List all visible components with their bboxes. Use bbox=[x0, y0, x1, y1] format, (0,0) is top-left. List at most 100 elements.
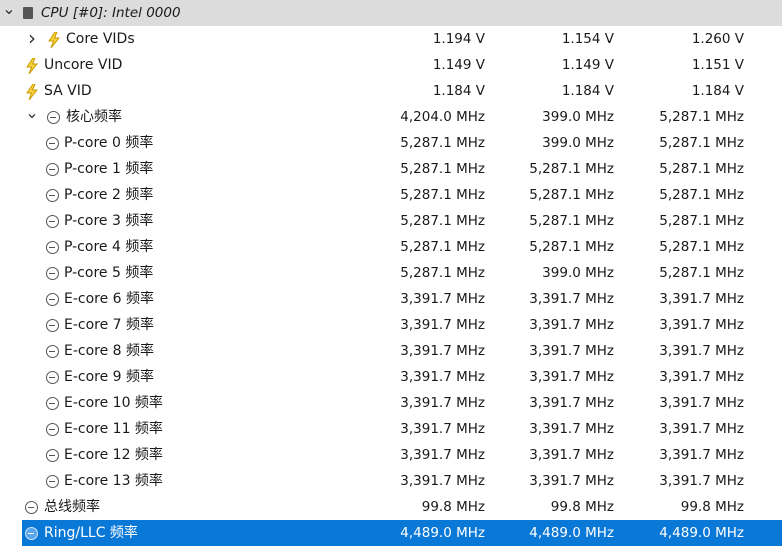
min-value: 5,287.1 MHz bbox=[529, 161, 614, 177]
min-value: 3,391.7 MHz bbox=[529, 317, 614, 333]
clock-icon bbox=[46, 241, 59, 254]
sensor-row[interactable]: P-core 4 频率 5,287.1 MHz 5,287.1 MHz 5,287.1… bbox=[0, 234, 782, 260]
min-value: 3,391.7 MHz bbox=[529, 369, 614, 385]
sensor-label: P-core 5 频率 bbox=[64, 265, 154, 281]
sensor-row[interactable]: P-core 1 频率 5,287.1 MHz 5,287.1 MHz 5,287.1… bbox=[0, 156, 782, 182]
sensor-label: 核心频率 bbox=[66, 109, 122, 125]
min-value: 5,287.1 MHz bbox=[529, 213, 614, 229]
max-value: 3,391.7 MHz bbox=[659, 395, 744, 411]
sensor-label: Ring/LLC 频率 bbox=[44, 525, 138, 541]
sensor-row[interactable]: E-core 9 频率 3,391.7 MHz 3,391.7 MHz 3,391.7… bbox=[0, 364, 782, 390]
max-value: 3,391.7 MHz bbox=[659, 343, 744, 359]
current-value: 4,489.0 MHz bbox=[400, 525, 485, 541]
lightning-bolt-icon bbox=[47, 31, 61, 49]
clock-icon bbox=[46, 397, 59, 410]
sensor-label: E-core 12 频率 bbox=[64, 447, 163, 463]
sensor-row[interactable]: Ring/LLC 频率 4,489.0 MHz 4,489.0 MHz 4,489.0… bbox=[0, 520, 782, 546]
sensor-label: SA VID bbox=[44, 83, 92, 99]
min-value: 5,287.1 MHz bbox=[529, 187, 614, 203]
min-value: 1.154 V bbox=[561, 31, 614, 47]
current-value: 5,287.1 MHz bbox=[400, 135, 485, 151]
current-value: 1.184 V bbox=[432, 83, 485, 99]
chevron-right-icon[interactable]: › bbox=[25, 26, 39, 50]
sensor-row[interactable]: P-core 2 频率 5,287.1 MHz 5,287.1 MHz 5,287.1… bbox=[0, 182, 782, 208]
current-value: 99.8 MHz bbox=[421, 499, 485, 515]
sensor-row[interactable]: E-core 8 频率 3,391.7 MHz 3,391.7 MHz 3,391.7… bbox=[0, 338, 782, 364]
clock-icon bbox=[47, 111, 60, 124]
max-value: 5,287.1 MHz bbox=[659, 135, 744, 151]
chevron-down-icon[interactable]: ⌄ bbox=[25, 104, 39, 122]
sensor-label: Uncore VID bbox=[44, 57, 123, 73]
tree-header-row[interactable]: ⌄ CPU [#0]: Intel 0000 bbox=[0, 0, 782, 26]
chevron-down-icon[interactable]: ⌄ bbox=[2, 0, 16, 18]
current-value: 3,391.7 MHz bbox=[400, 395, 485, 411]
min-value: 1.184 V bbox=[561, 83, 614, 99]
min-value: 99.8 MHz bbox=[550, 499, 614, 515]
current-value: 1.149 V bbox=[432, 57, 485, 73]
min-value: 399.0 MHz bbox=[542, 135, 614, 151]
current-value: 4,204.0 MHz bbox=[400, 109, 485, 125]
clock-icon bbox=[46, 293, 59, 306]
sensor-row[interactable]: E-core 7 频率 3,391.7 MHz 3,391.7 MHz 3,391.7… bbox=[0, 312, 782, 338]
min-value: 4,489.0 MHz bbox=[529, 525, 614, 541]
chip-icon bbox=[23, 7, 33, 19]
clock-icon bbox=[46, 267, 59, 280]
max-value: 3,391.7 MHz bbox=[659, 473, 744, 489]
sensor-label: P-core 2 频率 bbox=[64, 187, 154, 203]
sensor-label: P-core 4 频率 bbox=[64, 239, 154, 255]
min-value: 1.149 V bbox=[561, 57, 614, 73]
min-value: 3,391.7 MHz bbox=[529, 343, 614, 359]
clock-icon bbox=[25, 527, 38, 540]
sensor-row[interactable]: Uncore VID 1.149 V 1.149 V 1.151 V bbox=[0, 52, 782, 78]
clock-icon bbox=[46, 319, 59, 332]
current-value: 3,391.7 MHz bbox=[400, 447, 485, 463]
min-value: 3,391.7 MHz bbox=[529, 447, 614, 463]
sensor-label: E-core 8 频率 bbox=[64, 343, 155, 359]
sensor-row[interactable]: E-core 12 频率 3,391.7 MHz 3,391.7 MHz 3,391.… bbox=[0, 442, 782, 468]
current-value: 3,391.7 MHz bbox=[400, 421, 485, 437]
current-value: 1.194 V bbox=[432, 31, 485, 47]
sensor-row[interactable]: P-core 5 频率 5,287.1 MHz 399.0 MHz 5,287.1 M… bbox=[0, 260, 782, 286]
max-value: 1.260 V bbox=[691, 31, 744, 47]
sensor-label: E-core 9 频率 bbox=[64, 369, 155, 385]
lightning-bolt-icon bbox=[25, 57, 39, 75]
current-value: 5,287.1 MHz bbox=[400, 187, 485, 203]
sensor-label: E-core 7 频率 bbox=[64, 317, 155, 333]
clock-icon bbox=[25, 501, 38, 514]
sensor-row[interactable]: P-core 3 频率 5,287.1 MHz 5,287.1 MHz 5,287.1… bbox=[0, 208, 782, 234]
sensor-label: E-core 11 频率 bbox=[64, 421, 163, 437]
clock-icon bbox=[46, 345, 59, 358]
sensor-row[interactable]: SA VID 1.184 V 1.184 V 1.184 V bbox=[0, 78, 782, 104]
max-value: 5,287.1 MHz bbox=[659, 109, 744, 125]
max-value: 3,391.7 MHz bbox=[659, 421, 744, 437]
sensor-row[interactable]: E-core 6 频率 3,391.7 MHz 3,391.7 MHz 3,391.7… bbox=[0, 286, 782, 312]
sensor-row[interactable]: 总线频率 99.8 MHz 99.8 MHz 99.8 MHz bbox=[0, 494, 782, 520]
max-value: 5,287.1 MHz bbox=[659, 187, 744, 203]
max-value: 1.184 V bbox=[691, 83, 744, 99]
sensor-row[interactable]: P-core 0 频率 5,287.1 MHz 399.0 MHz 5,287.1 M… bbox=[0, 130, 782, 156]
current-value: 3,391.7 MHz bbox=[400, 369, 485, 385]
tree-group-row[interactable]: › Core VIDs 1.194 V 1.154 V 1.260 V bbox=[0, 26, 782, 52]
sensor-row[interactable]: E-core 10 频率 3,391.7 MHz 3,391.7 MHz 3,391.… bbox=[0, 390, 782, 416]
sensor-label: P-core 0 频率 bbox=[64, 135, 154, 151]
sensor-tree: ⌄ CPU [#0]: Intel 0000 › Core VIDs 1.194 V 1.… bbox=[0, 0, 782, 550]
tree-group-row[interactable]: ⌄ 核心频率 4,204.0 MHz 399.0 MHz 5,287.1 MHz bbox=[0, 104, 782, 130]
max-value: 3,391.7 MHz bbox=[659, 291, 744, 307]
clock-icon bbox=[46, 137, 59, 150]
max-value: 5,287.1 MHz bbox=[659, 161, 744, 177]
current-value: 5,287.1 MHz bbox=[400, 239, 485, 255]
sensor-label: P-core 3 频率 bbox=[64, 213, 154, 229]
sensor-row[interactable]: E-core 13 频率 3,391.7 MHz 3,391.7 MHz 3,391.… bbox=[0, 468, 782, 494]
sensor-label: P-core 1 频率 bbox=[64, 161, 154, 177]
clock-icon bbox=[46, 449, 59, 462]
max-value: 5,287.1 MHz bbox=[659, 213, 744, 229]
min-value: 399.0 MHz bbox=[542, 265, 614, 281]
current-value: 5,287.1 MHz bbox=[400, 265, 485, 281]
sensor-row[interactable]: E-core 11 频率 3,391.7 MHz 3,391.7 MHz 3,391.… bbox=[0, 416, 782, 442]
sensor-label: E-core 13 频率 bbox=[64, 473, 163, 489]
clock-icon bbox=[46, 189, 59, 202]
max-value: 99.8 MHz bbox=[680, 499, 744, 515]
current-value: 5,287.1 MHz bbox=[400, 161, 485, 177]
min-value: 3,391.7 MHz bbox=[529, 395, 614, 411]
current-value: 3,391.7 MHz bbox=[400, 343, 485, 359]
